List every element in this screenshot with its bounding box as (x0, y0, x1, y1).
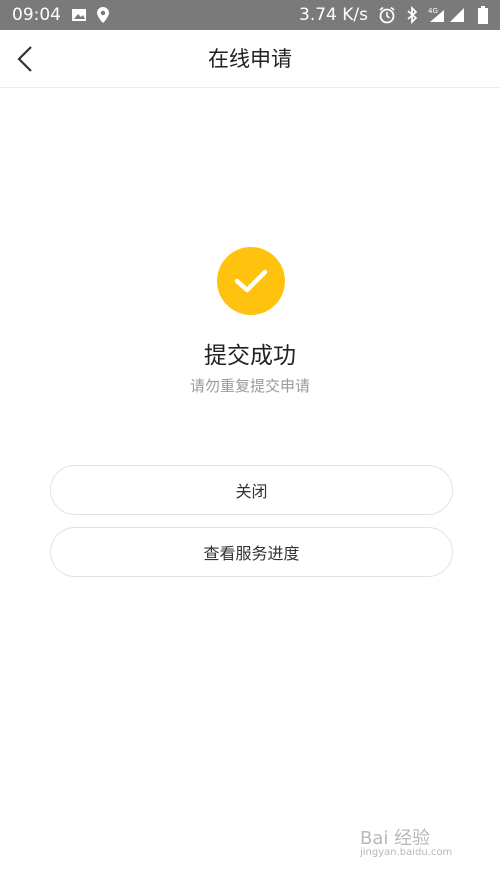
status-time: 09:04 (12, 5, 61, 25)
signal-icon: 4G (428, 6, 468, 24)
status-bar-right: 3.74 K/s 4G (299, 5, 488, 25)
watermark: Bai 经验 jingyan.baidu.com (360, 820, 480, 862)
close-button[interactable]: 关闭 (50, 465, 453, 515)
success-icon (217, 247, 285, 315)
image-icon (71, 8, 87, 22)
network-type: 4G (428, 7, 438, 15)
success-subtitle: 请勿重复提交申请 (189, 377, 310, 395)
location-icon (97, 7, 109, 23)
status-bar: 09:04 3.74 K/s 4G (0, 0, 500, 30)
nav-bar: 在线申请 (0, 30, 500, 88)
status-bar-left: 09:04 (12, 5, 109, 25)
bluetooth-icon (406, 6, 418, 24)
check-icon (234, 268, 268, 294)
view-progress-button[interactable]: 查看服务进度 (50, 527, 453, 577)
watermark-url: jingyan.baidu.com (360, 847, 453, 858)
battery-icon (478, 6, 488, 24)
page-title: 在线申请 (208, 47, 292, 71)
network-speed: 3.74 K/s (299, 5, 368, 25)
success-title: 提交成功 (204, 343, 296, 369)
alarm-icon (378, 6, 396, 24)
